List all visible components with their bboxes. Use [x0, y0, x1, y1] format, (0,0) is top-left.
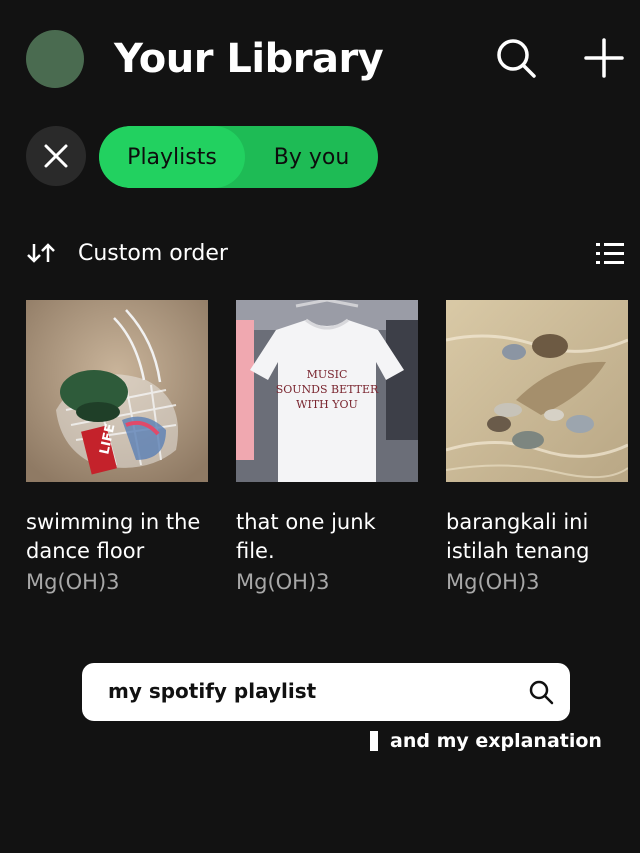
playlist-card[interactable]: barangkali ini istilah tenang Mg(OH)3 [446, 300, 628, 594]
text-cursor [370, 731, 378, 751]
caption-search-text: my spotify playlist [108, 679, 317, 703]
profile-avatar[interactable] [26, 30, 84, 88]
shirt-text-1: MUSIC [307, 368, 348, 381]
plus-icon [584, 38, 624, 78]
playlist-owner: Mg(OH)3 [236, 570, 330, 594]
playlist-title: barangkali ini istilah tenang [446, 510, 590, 563]
add-button[interactable] [582, 36, 626, 80]
filter-chips: Playlists By you [26, 126, 586, 188]
search-button[interactable] [494, 36, 538, 80]
playlist-card[interactable]: MUSIC SOUNDS BETTER WITH YOU that one ju… [236, 300, 418, 594]
caption-explanation: and my explanation [370, 730, 602, 752]
page-title: Your Library [114, 36, 384, 82]
filter-chip-by-you[interactable]: By you [245, 126, 378, 188]
shirt-text-2: SOUNDS BETTER [276, 383, 379, 396]
caption-explanation-text: and my explanation [390, 730, 602, 752]
playlist-title: swimming in the dance floor [26, 510, 201, 563]
sort-arrows-icon [26, 236, 60, 270]
close-icon [44, 144, 68, 168]
caption-search-box: my spotify playlist [82, 663, 570, 721]
filter-chip-group: Playlists By you [99, 126, 378, 188]
library-header: Your Library [0, 0, 640, 120]
clear-filter-button[interactable] [26, 126, 86, 186]
playlist-cover [446, 300, 628, 482]
sort-button[interactable]: Custom order [26, 236, 228, 270]
playlist-card[interactable]: LIFE swimming in the dance floor Mg(OH)3 [26, 300, 208, 594]
playlist-cover: LIFE [26, 300, 208, 482]
playlist-owner: Mg(OH)3 [26, 570, 120, 594]
list-view-icon [596, 243, 624, 264]
sort-label: Custom order [78, 240, 228, 266]
playlist-owner: Mg(OH)3 [446, 570, 540, 594]
playlist-title: that one junk file. [236, 510, 376, 563]
sort-row: Custom order [26, 236, 626, 276]
shirt-text-3: WITH YOU [296, 398, 358, 411]
playlist-cover: MUSIC SOUNDS BETTER WITH YOU [236, 300, 418, 482]
search-icon [529, 680, 554, 705]
search-icon [497, 39, 536, 78]
view-toggle-button[interactable] [594, 238, 626, 270]
filter-chip-playlists[interactable]: Playlists [99, 126, 245, 188]
